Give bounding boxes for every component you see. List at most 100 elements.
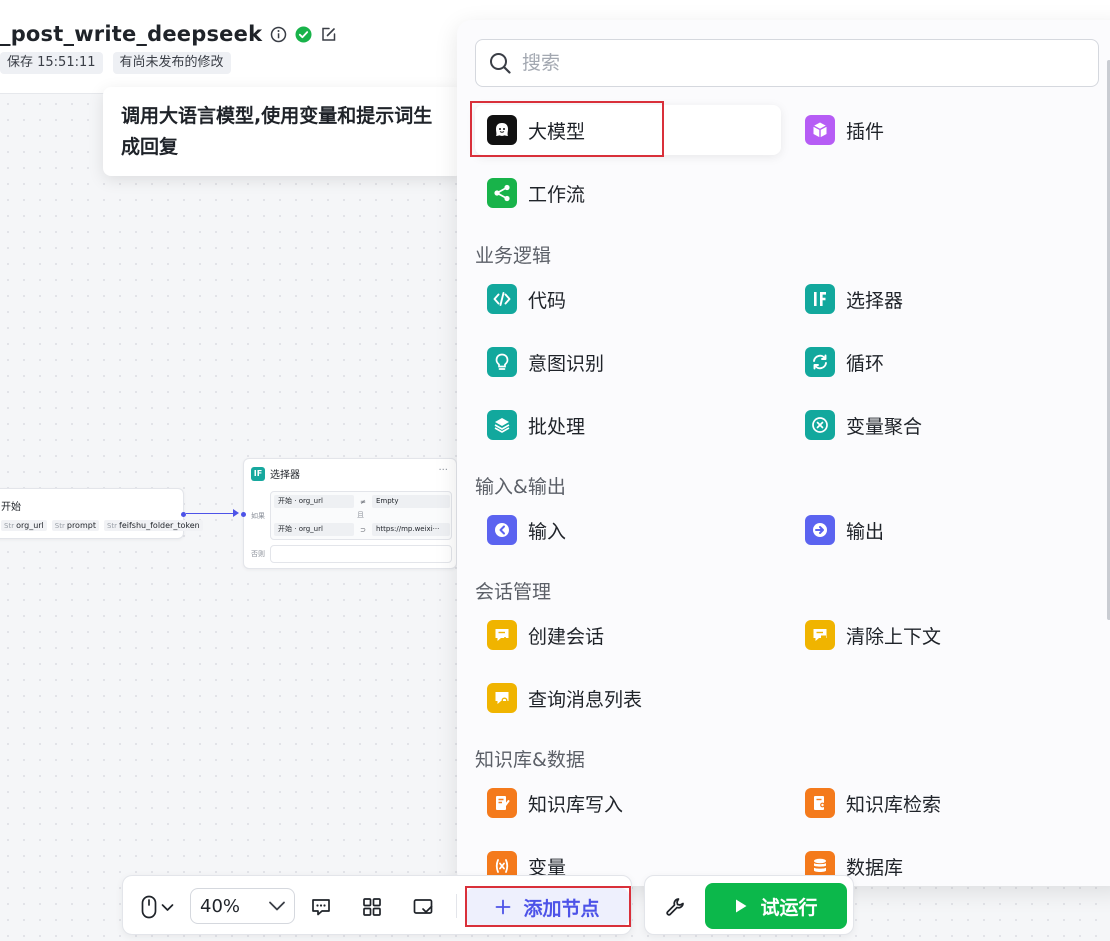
if-label: 如果 (251, 512, 265, 520)
connection-edge[interactable] (186, 513, 236, 514)
node-item-llm[interactable]: 大模型 (475, 105, 781, 155)
condition-box[interactable]: 开始 · org_url ≠ Empty 且 开始 · org_url ⊃ ht… (270, 491, 452, 540)
section-title: 会话管理 (475, 581, 552, 603)
add-node-label: 添加节点 (523, 897, 600, 920)
node-item-intent[interactable]: 意图识别 (475, 337, 781, 387)
output-icon (805, 515, 835, 545)
else-box[interactable] (270, 545, 452, 563)
section-title: 业务逻辑 (475, 245, 552, 267)
node-item-label: 输出 (846, 520, 885, 543)
node-tooltip: 调用大语言模型,使用变量和提示词生成回复 (103, 87, 463, 176)
node-item-label: 数据库 (846, 856, 904, 879)
node-item-batch[interactable]: 批处理 (475, 400, 781, 450)
node-item-output[interactable]: 输出 (793, 505, 1099, 555)
node-item-label: 变量聚合 (846, 415, 923, 438)
node-item-input[interactable]: 输入 (475, 505, 781, 555)
start-node-vars: Str org_url Str prompt Str feifshu_folder_t… (1, 520, 203, 531)
plugin-cube-icon (805, 115, 835, 145)
section-title: 知识库&数据 (475, 749, 585, 771)
selector-node-title: 选择器 (270, 470, 300, 481)
var-chip: Str org_url (1, 520, 47, 531)
chevron-down-icon (268, 898, 286, 914)
node-item-aggregate[interactable]: 变量聚合 (793, 400, 1099, 450)
node-item-create-chat[interactable]: 创建会话 (475, 610, 781, 660)
workflow-icon (487, 178, 517, 208)
minimap-icon (412, 896, 434, 918)
input-icon (487, 515, 517, 545)
node-item-query-messages[interactable]: 查询消息列表 (475, 673, 781, 723)
node-item-selector[interactable]: 选择器 (793, 274, 1099, 324)
minimap-button[interactable] (409, 893, 437, 921)
add-node-button[interactable]: 添加节点 (466, 888, 629, 926)
zoom-value: 40% (200, 895, 241, 917)
aggregate-icon (805, 410, 835, 440)
bulb-icon (487, 347, 517, 377)
node-item-workflow[interactable]: 工作流 (475, 168, 781, 218)
grid-layout-icon (361, 896, 383, 918)
condition-right: Empty (372, 495, 450, 508)
node-item-label: 知识库检索 (846, 793, 942, 816)
workflow-title: _post_write_deepseek (0, 22, 263, 46)
kb-write-icon (487, 788, 517, 818)
var-chip: Str prompt (51, 520, 99, 531)
plus-icon (495, 899, 511, 915)
node-item-clear-context[interactable]: 清除上下文 (793, 610, 1099, 660)
and-label: 且 (357, 511, 364, 519)
node-item-label: 查询消息列表 (528, 688, 643, 711)
node-item-kb-write[interactable]: 知识库写入 (475, 778, 781, 828)
input-port[interactable] (241, 512, 246, 517)
auto-layout-button[interactable] (358, 893, 386, 921)
wrench-icon (664, 896, 686, 918)
condition-row: 开始 · org_url ⊃ https://mp.weixi··· (274, 523, 450, 536)
edge-arrow-icon (233, 509, 239, 517)
comment-icon (310, 896, 332, 918)
selector-node-header: IF 选择器 (251, 466, 300, 481)
node-item-label: 插件 (846, 120, 885, 143)
info-icon[interactable] (270, 26, 287, 43)
node-item-label: 知识库写入 (528, 793, 624, 816)
node-item-loop[interactable]: 循环 (793, 337, 1099, 387)
canvas-toolbar: 40% 添加节点 (122, 875, 632, 935)
chat-add-icon (487, 620, 517, 650)
interaction-mode-button[interactable] (135, 894, 179, 920)
kb-search-icon (805, 788, 835, 818)
comment-button[interactable] (307, 893, 335, 921)
condition-operator: ⊃ (360, 525, 366, 534)
code-icon (487, 284, 517, 314)
llm-icon (487, 115, 517, 145)
section-title: 输入&输出 (475, 476, 566, 498)
node-item-kb-search[interactable]: 知识库检索 (793, 778, 1099, 828)
search-input[interactable] (522, 52, 1082, 74)
unpublished-tag: 有尚未发布的修改 (112, 52, 231, 74)
debug-tools-button[interactable] (661, 893, 689, 921)
edit-icon[interactable] (320, 26, 337, 43)
test-run-button[interactable]: 试运行 (705, 883, 847, 929)
condition-right: https://mp.weixi··· (372, 523, 450, 536)
start-node[interactable]: 开始 Str org_url Str prompt Str feifshu_folde… (0, 488, 203, 539)
chat-clear-icon (805, 620, 835, 650)
run-toolbar: 试运行 (644, 875, 854, 935)
node-item-code[interactable]: 代码 (475, 274, 781, 324)
node-item-label: 输入 (528, 520, 567, 543)
if-icon: IF (251, 466, 265, 481)
meta-row: 保存 15:51:11 有尚未发布的修改 (0, 52, 231, 74)
condition-row: 开始 · org_url ≠ Empty (274, 495, 450, 508)
search-box[interactable] (475, 39, 1099, 87)
node-item-label: 选择器 (846, 289, 904, 312)
more-icon[interactable]: ··· (438, 465, 448, 476)
zoom-select[interactable]: 40% (190, 888, 295, 924)
search-icon (488, 51, 512, 75)
else-label: 否则 (251, 550, 265, 558)
node-item-label: 大模型 (528, 120, 586, 143)
save-status: 保存 15:51:11 (0, 52, 103, 74)
toolbar-divider (456, 894, 457, 918)
node-item-label: 意图识别 (528, 352, 605, 375)
chat-search-icon (487, 683, 517, 713)
node-item-plugin[interactable]: 插件 (793, 105, 1099, 155)
selector-node[interactable]: IF 选择器 ··· 如果 开始 · org_url ≠ Empty 且 开始 … (241, 458, 457, 569)
title-row: _post_write_deepseek (0, 22, 337, 46)
node-item-label: 工作流 (528, 183, 586, 206)
layers-icon (487, 410, 517, 440)
chevron-down-icon (161, 903, 174, 912)
condition-operator: ≠ (360, 497, 366, 506)
